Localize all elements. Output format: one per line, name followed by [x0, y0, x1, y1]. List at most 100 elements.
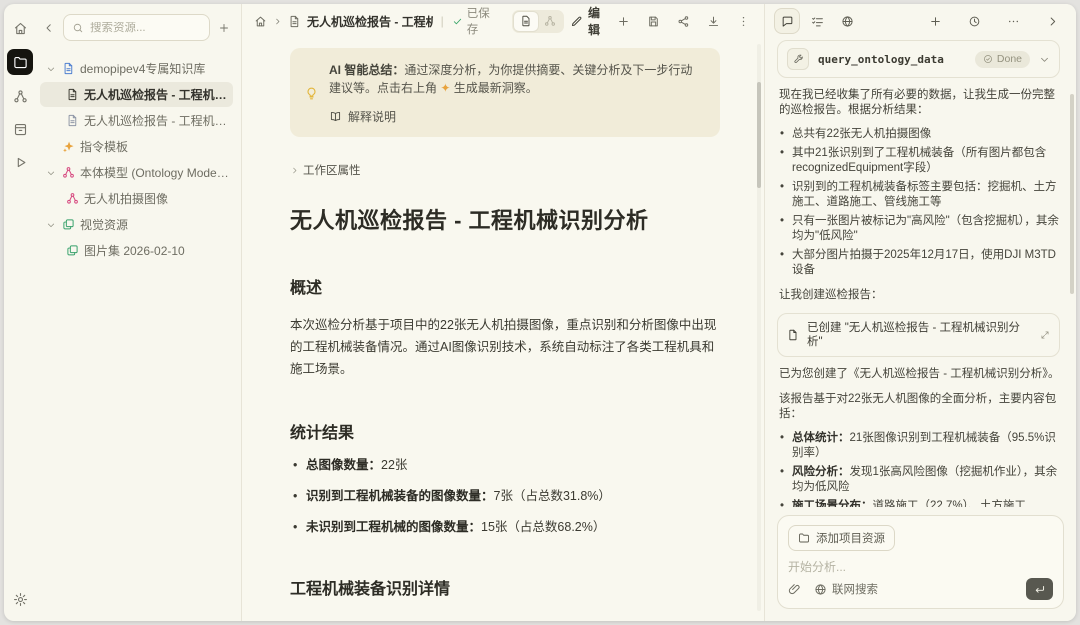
save-button[interactable] [647, 15, 660, 28]
floppy-icon [647, 15, 660, 28]
new-chat-button[interactable] [923, 9, 947, 33]
search-box[interactable] [63, 14, 210, 41]
images-icon [62, 218, 75, 231]
chevron-down-icon[interactable] [44, 218, 57, 231]
chat-tab-button[interactable] [775, 9, 799, 33]
tree-item-label: 无人机拍摄图像 [84, 192, 169, 206]
home-icon[interactable] [254, 15, 267, 28]
more-options-button[interactable] [1001, 9, 1025, 33]
list-item: 施工场景分布：道路施工（22.7%）、土方施工（9.1%）、管线施工（4.5%）… [779, 499, 1060, 507]
chevron-down-icon[interactable] [44, 166, 57, 179]
search-input[interactable] [90, 21, 201, 34]
tasks-tab-button[interactable] [805, 9, 829, 33]
tree-item-drone-images-model[interactable]: 无人机拍摄图像 [40, 186, 233, 211]
add-project-resource-label: 添加项目资源 [816, 533, 885, 545]
check-circle-icon [983, 54, 993, 64]
document-body: AI 智能总结：通过深度分析，为你提供摘要、关键分析及下一步行动建议等。点击右上… [242, 38, 764, 621]
chevron-down-icon[interactable] [1039, 54, 1050, 65]
graph-view-button[interactable] [538, 12, 562, 31]
edit-button[interactable]: 编辑 [570, 4, 600, 38]
created-report-card[interactable]: 已创建 "无人机巡检报告 - 工程机械识别分析" [777, 313, 1060, 357]
more-options-button[interactable] [737, 15, 750, 28]
overview-heading: 概述 [290, 280, 323, 297]
detail-heading: 工程机械装备识别详情 [290, 581, 451, 599]
plus-icon [218, 22, 230, 34]
globe-icon [841, 15, 854, 28]
sparkle-icon: ✦ [440, 81, 451, 95]
web-tab-button[interactable] [835, 9, 859, 33]
page-title: 无人机巡检报告 - 工程机械识别分析 [290, 208, 649, 233]
images-icon [66, 244, 79, 257]
tree-item-visual-resources[interactable]: 视觉资源 [40, 212, 233, 237]
stats-list: 总图像数量：22张 识别到工程机械装备的图像数量：7张（占总数31.8%） 未识… [290, 456, 720, 536]
ai-summary-card: AI 智能总结：通过深度分析，为你提供摘要、关键分析及下一步行动建议等。点击右上… [290, 48, 720, 137]
web-search-toggle[interactable]: 联网搜索 [814, 581, 878, 597]
add-resource-button[interactable] [215, 19, 233, 37]
rail-home-button[interactable] [8, 16, 32, 40]
tree-item-label: 无人机巡检报告 - 工程机械识别分析 [84, 88, 229, 102]
share-nodes-icon [677, 15, 690, 28]
assistant-paragraph: 已为您创建了《无人机巡检报告 - 工程机械识别分析》。 [779, 368, 1060, 380]
document-header: 无人机巡检报告 - 工程机... | 已保存 编辑 [242, 4, 764, 38]
check-icon [452, 16, 463, 27]
chat-messages: query_ontology_data Done 现在我已经收集了所有必要的数据… [765, 38, 1076, 507]
tree-item-label: 图片集 2026-02-10 [84, 244, 185, 258]
ontology-graph-icon [62, 166, 75, 179]
tree-item-knowledge-base[interactable]: demopipev4专属知识库 [40, 56, 233, 81]
findings-list: 总共有22张无人机拍摄图像 其中21张识别到了工程机械装备（所有图片都包含rec… [779, 127, 1060, 278]
tool-call-card[interactable]: query_ontology_data Done [777, 40, 1060, 78]
rail-files-button[interactable] [7, 49, 33, 75]
tree-item-report-2[interactable]: 无人机巡检报告 - 工程机械识别分析 [40, 108, 233, 133]
document-icon [288, 15, 301, 28]
ontology-graph-icon [66, 192, 79, 205]
gear-icon [13, 592, 28, 607]
stats-heading: 统计结果 [290, 425, 355, 442]
app-window: demopipev4专属知识库 无人机巡检报告 - 工程机械识别分析 无人机巡检… [4, 4, 1076, 621]
collapse-sidebar-button[interactable] [40, 19, 58, 37]
send-button[interactable] [1026, 578, 1053, 600]
list-item: 识别到工程机械装备的图像数量：7张（占总数31.8%） [290, 487, 720, 506]
chat-input-area: 添加项目资源 联网搜索 [765, 507, 1076, 621]
tree-item-label: 视觉资源 [80, 218, 129, 232]
tool-name: query_ontology_data [818, 52, 944, 66]
assistant-paragraph: 现在我已经收集了所有必要的数据，让我生成一份完整的巡检报告。根据分析结果： [779, 89, 1055, 116]
paperclip-icon[interactable] [788, 583, 801, 596]
download-button[interactable] [707, 15, 720, 28]
tree-item-ontology-models[interactable]: 本体模型 (Ontology Models) [40, 160, 233, 185]
plus-icon [617, 15, 630, 28]
save-status: 已保存 [452, 5, 496, 37]
document-view-button[interactable] [513, 11, 538, 31]
book-open-icon [329, 110, 342, 123]
chat-message-input[interactable] [788, 560, 1053, 574]
download-icon [707, 15, 720, 28]
settings-button[interactable] [8, 587, 32, 611]
tree-item-templates[interactable]: 指令模板 [40, 134, 233, 159]
history-button[interactable] [962, 9, 986, 33]
list-item: 风险分析：发现1张高风险图像（挖掘机作业），其余均为低风险 [779, 465, 1060, 495]
search-icon [72, 22, 84, 34]
chat-input-card[interactable]: 添加项目资源 联网搜索 [777, 515, 1064, 609]
breadcrumb-title[interactable]: 无人机巡检报告 - 工程机... [307, 13, 433, 30]
play-icon [13, 155, 28, 170]
rail-ontology-button[interactable] [8, 84, 32, 108]
share-button[interactable] [677, 15, 690, 28]
kebab-menu-icon [737, 15, 750, 28]
expand-icon[interactable] [1040, 330, 1050, 340]
scrollbar-thumb[interactable] [757, 82, 761, 188]
rail-run-button[interactable] [8, 150, 32, 174]
add-button[interactable] [617, 15, 630, 28]
list-item: 总体统计：21张图像识别到工程机械装备（95.5%识别率） [779, 431, 1060, 461]
rail-library-button[interactable] [8, 117, 32, 141]
collapse-panel-button[interactable] [1040, 9, 1064, 33]
list-item: 其中21张识别到了工程机械装备（所有图片都包含recognizedEquipme… [779, 146, 1060, 176]
scrollbar-thumb[interactable] [1070, 94, 1074, 294]
chevron-right-icon [290, 166, 299, 175]
workspace-attributes-toggle[interactable]: 工作区属性 [290, 162, 720, 178]
explain-button[interactable]: 解释说明 [329, 108, 704, 125]
chevron-down-icon[interactable] [44, 62, 57, 75]
tree-item-report-selected[interactable]: 无人机巡检报告 - 工程机械识别分析 [40, 82, 233, 107]
enter-icon [1033, 583, 1046, 596]
folder-icon [798, 532, 810, 544]
add-project-resource-button[interactable]: 添加项目资源 [788, 525, 895, 551]
tree-item-image-set[interactable]: 图片集 2026-02-10 [40, 238, 233, 263]
